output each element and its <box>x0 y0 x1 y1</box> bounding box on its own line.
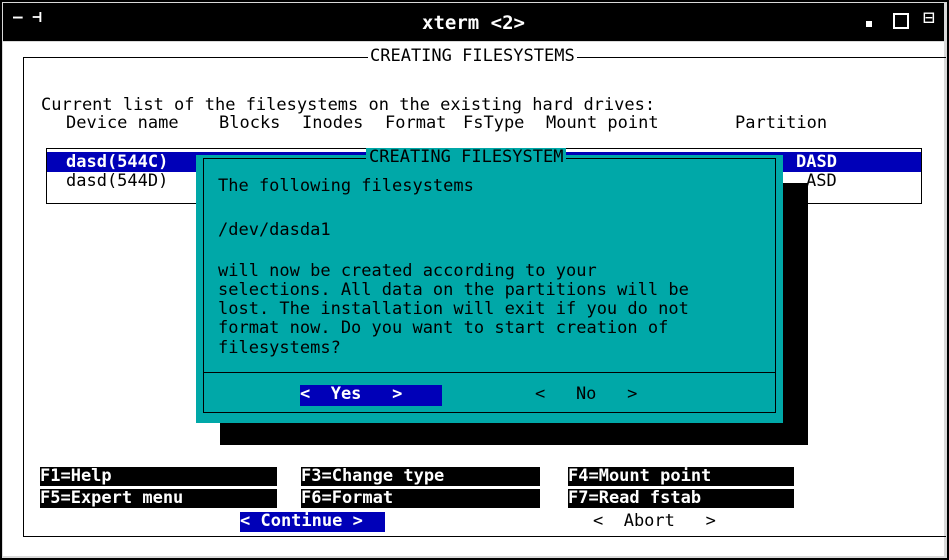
title-bar[interactable]: — ⊣ xterm <2> ⊟ <box>3 3 944 41</box>
column-blocks: Blocks <box>219 113 281 133</box>
dialog-message-line: lost. The installation will exit if you … <box>218 299 689 319</box>
dialog-message-line: will now be created according to your <box>218 261 597 281</box>
row-partition[interactable]: DASD <box>796 153 837 172</box>
dialog-separator <box>203 372 776 373</box>
row-device[interactable]: dasd(544D) <box>66 172 168 191</box>
f4-mount-point-key[interactable]: F4=Mount point <box>568 467 794 486</box>
dialog-message-line: selections. All data on the partitions w… <box>218 280 689 300</box>
row-device[interactable]: dasd(544C) <box>66 153 168 172</box>
window-title: xterm <2> <box>422 12 525 34</box>
column-format: Format <box>385 113 447 133</box>
f6-format-key[interactable]: F6=Format <box>301 489 540 508</box>
column-fstype: FsType <box>463 113 525 133</box>
column-inodes: Inodes <box>302 113 364 133</box>
no-button[interactable]: < No > <box>535 385 677 406</box>
column-partition: Partition <box>735 113 828 133</box>
yes-button[interactable]: < Yes > <box>300 385 442 406</box>
row-partition[interactable]: ASD <box>806 172 837 191</box>
dialog-message-line: filesystems? <box>218 338 341 358</box>
dialog-device-path: /dev/dasda1 <box>218 220 331 240</box>
dialog-title: CREATING FILESYSTEM <box>366 148 567 167</box>
maximize-icon[interactable] <box>893 13 909 29</box>
f7-read-fstab-key[interactable]: F7=Read fstab <box>568 489 794 508</box>
dialog-message-line: format now. Do you want to start creatio… <box>218 318 669 338</box>
f1-help-key[interactable]: F1=Help <box>40 467 277 486</box>
abort-button[interactable]: < Abort > <box>593 512 716 531</box>
f3-change-type-key[interactable]: F3=Change type <box>301 467 540 486</box>
column-mount-point: Mount point <box>546 113 659 133</box>
minimize-icon[interactable] <box>866 21 872 27</box>
main-dialog-title: CREATING FILESYSTEMS <box>368 46 577 66</box>
dialog-intro: The following filesystems <box>218 176 474 196</box>
continue-button[interactable]: < Continue > <box>240 512 385 532</box>
f5-expert-menu-key[interactable]: F5=Expert menu <box>40 489 277 508</box>
close-icon[interactable]: ⊟ <box>923 5 949 39</box>
column-device-name: Device name <box>66 113 179 133</box>
